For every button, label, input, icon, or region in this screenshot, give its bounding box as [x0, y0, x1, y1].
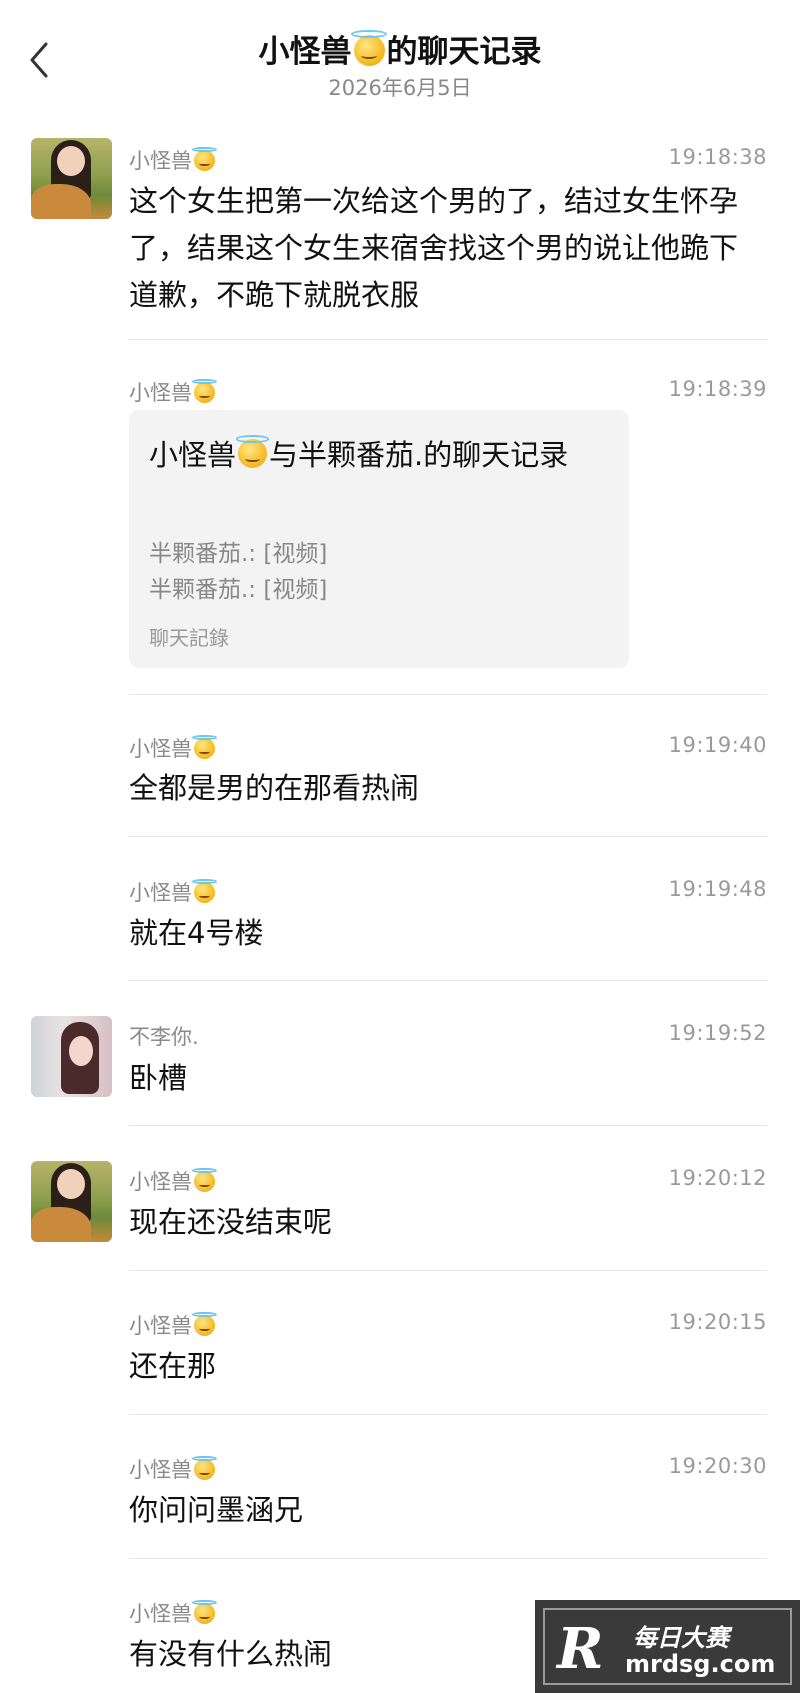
card-line: 半颗番茄.: [视频] [149, 577, 328, 603]
message-text: 这个女生把第一次给这个男的了，结过女生怀孕了，结果这个女生来宿舍找这个男的说让他… [129, 184, 739, 312]
message-time: 19:18:39 [668, 377, 767, 401]
divider [129, 694, 767, 695]
watermark-url: mrdsg.com [625, 1650, 776, 1678]
sender-name: 小怪兽 [129, 1310, 217, 1340]
card-title: 小怪兽 与半颗番茄.的聊天记录 [149, 435, 569, 472]
divider [129, 980, 767, 981]
divider [129, 1270, 767, 1271]
card-footer: 聊天記錄 [149, 626, 229, 650]
watermark: R 每日大赛 mrdsg.com [535, 1600, 800, 1693]
divider [129, 339, 767, 340]
message-time: 19:19:52 [668, 1021, 767, 1045]
chat-header: 小怪兽 的聊天记录 2026年6月5日 [0, 0, 800, 115]
title-prefix: 小怪兽 [258, 34, 352, 70]
message-text: 现在还没结束呢 [129, 1205, 333, 1239]
watermark-logo: R [557, 1616, 604, 1682]
halo-emoji-icon [235, 435, 270, 469]
sender-name: 小怪兽 [129, 1166, 217, 1196]
message-time: 19:18:38 [668, 145, 767, 169]
forwarded-chat-card[interactable]: 小怪兽 与半颗番茄.的聊天记录 半颗番茄.: [视频] 半颗番茄.: [视频] 聊… [129, 410, 629, 668]
watermark-cn: 每日大赛 [633, 1624, 729, 1652]
watermark-frame: R 每日大赛 mrdsg.com [543, 1608, 792, 1685]
message-time: 19:20:15 [668, 1310, 767, 1334]
chat-date: 2026年6月5日 [328, 76, 472, 100]
halo-emoji-icon [192, 1455, 217, 1480]
sender-name: 小怪兽 [129, 877, 217, 907]
halo-emoji-icon [192, 1167, 217, 1192]
sender-name: 小怪兽 [129, 733, 217, 763]
message-text: 还在那 [129, 1349, 217, 1383]
card-line: 半颗番茄.: [视频] [149, 541, 328, 567]
message-text: 全都是男的在那看热闹 [129, 771, 420, 805]
sender-name: 不李你. [129, 1025, 199, 1049]
avatar[interactable] [31, 138, 112, 219]
sender-name: 小怪兽 [129, 1454, 217, 1484]
halo-emoji-icon [192, 1599, 217, 1624]
message-text: 就在4号楼 [129, 916, 264, 950]
halo-emoji-icon [351, 30, 387, 66]
halo-emoji-icon [192, 734, 217, 759]
halo-emoji-icon [192, 1311, 217, 1336]
message-text: 你问问墨涵兄 [129, 1493, 304, 1527]
avatar[interactable] [31, 1016, 112, 1097]
message-time: 19:19:40 [668, 733, 767, 757]
avatar[interactable] [31, 1161, 112, 1242]
title-suffix: 的聊天记录 [386, 34, 542, 70]
message-time: 19:20:30 [668, 1454, 767, 1478]
divider [129, 1125, 767, 1126]
sender-name: 小怪兽 [129, 377, 217, 407]
sender-name: 小怪兽 [129, 1598, 217, 1628]
sender-name: 小怪兽 [129, 145, 217, 175]
halo-emoji-icon [192, 878, 217, 903]
message-text: 卧槽 [129, 1061, 188, 1095]
message-time: 19:20:12 [668, 1166, 767, 1190]
message-time: 19:19:48 [668, 877, 767, 901]
halo-emoji-icon [192, 378, 217, 403]
page-title: 小怪兽 的聊天记录 [0, 26, 800, 71]
divider [129, 836, 767, 837]
divider [129, 1558, 767, 1559]
divider [129, 1414, 767, 1415]
halo-emoji-icon [192, 146, 217, 171]
